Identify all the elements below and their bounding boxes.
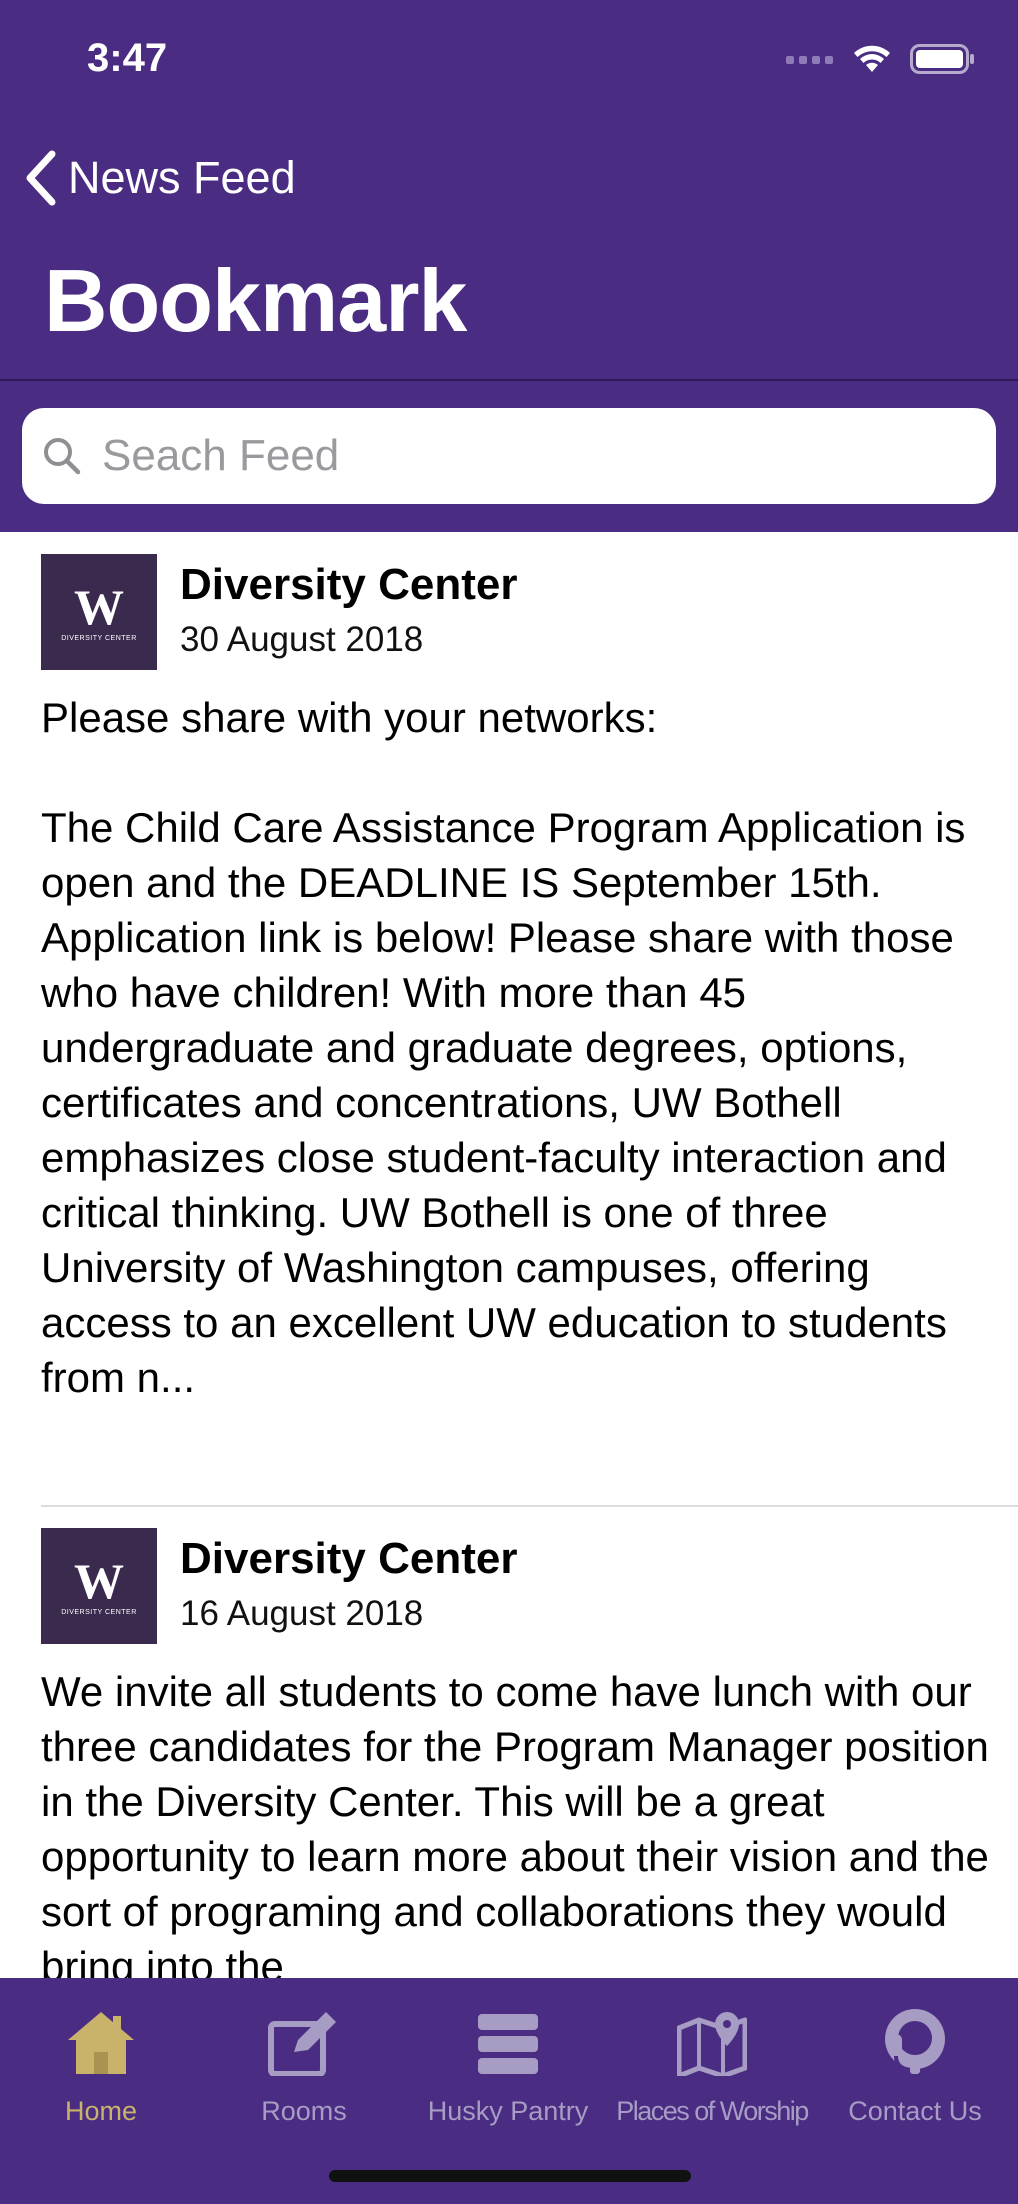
post-date: 30 August 2018 <box>180 620 424 659</box>
signal-icon <box>786 56 833 64</box>
logo-text: DIVERSITY CENTER <box>61 634 137 642</box>
chevron-left-icon <box>26 150 56 206</box>
back-button[interactable]: News Feed <box>22 150 296 206</box>
headset-icon <box>885 2009 945 2074</box>
back-label: News Feed <box>68 152 296 203</box>
tab-label: Contact Us <box>848 2096 982 2126</box>
tab-label: Husky Pantry <box>427 2096 589 2126</box>
status-indicators <box>786 44 976 74</box>
logo-letter: W <box>74 1552 124 1609</box>
search-input[interactable] <box>100 430 964 482</box>
status-time: 3:47 <box>87 36 168 80</box>
post-source: Diversity Center <box>180 560 518 609</box>
post-separator <box>41 1505 1018 1507</box>
feed-list[interactable]: W DIVERSITY CENTER Diversity Center 30 A… <box>0 532 1018 1978</box>
edit-icon <box>268 2012 336 2076</box>
tab-rooms[interactable]: Rooms <box>204 1996 404 2127</box>
tab-bar: Home Rooms Husky Pantry Places of Worshi… <box>0 1978 1018 2204</box>
battery-icon <box>910 44 974 74</box>
search-icon <box>44 438 81 475</box>
wifi-icon <box>854 45 890 72</box>
pantry-icon <box>478 2014 538 2074</box>
home-indicator[interactable] <box>329 2170 691 2182</box>
tab-label: Home <box>64 2096 138 2126</box>
post-source: Diversity Center <box>180 1534 518 1583</box>
tab-husky-pantry[interactable]: Husky Pantry <box>408 1996 608 2127</box>
logo-letter: W <box>74 578 124 635</box>
header: 3:47 News Feed Bookmark <box>0 0 1018 532</box>
post-logo: W DIVERSITY CENTER <box>41 554 157 670</box>
post-body: We invite all students to come have lunc… <box>41 1668 989 1978</box>
tab-places-of-worship[interactable]: Places of Worship <box>612 1996 812 2127</box>
post-date: 16 August 2018 <box>180 1594 424 1633</box>
post-logo: W DIVERSITY CENTER <box>41 1528 157 1644</box>
page-title: Bookmark <box>44 251 467 350</box>
home-icon <box>68 2012 134 2074</box>
search-bar[interactable] <box>22 408 996 504</box>
post-body: Please share with your networks: The Chi… <box>41 694 966 1401</box>
tab-label: Rooms <box>261 2096 347 2126</box>
tab-home[interactable]: Home <box>1 1996 201 2127</box>
map-icon <box>677 2012 747 2076</box>
tab-label: Places of Worship <box>616 2096 809 2126</box>
tab-contact-us[interactable]: Contact Us <box>815 1996 1015 2127</box>
header-divider <box>0 379 1018 381</box>
logo-text: DIVERSITY CENTER <box>61 1608 137 1616</box>
